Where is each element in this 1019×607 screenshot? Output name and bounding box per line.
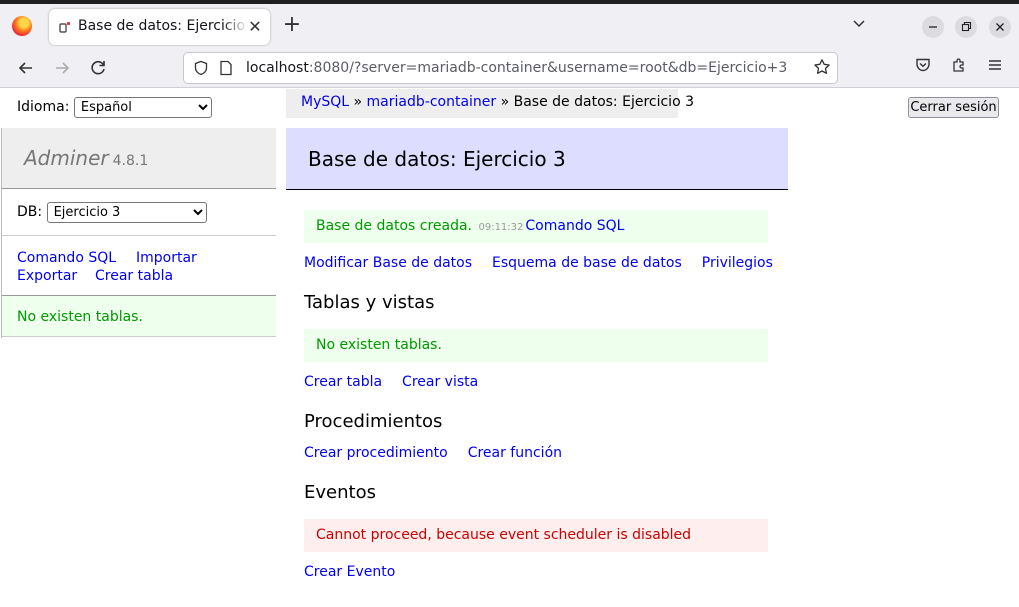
address-bar[interactable]: localhost:8080/?server=mariadb-container… [183,52,838,84]
procedures-heading: Procedimientos [304,411,443,432]
create-view-link[interactable]: Crear vista [402,374,478,390]
reload-icon[interactable] [86,56,110,80]
shield-icon[interactable] [193,60,209,76]
restore-icon[interactable] [955,16,977,38]
modify-database-link[interactable]: Modificar Base de datos [304,255,472,271]
app-name[interactable]: Adminer [24,146,109,170]
sidebar-export-link[interactable]: Exportar [17,267,77,285]
app-title[interactable]: Adminer 4.8.1 [24,146,148,170]
app-version: 4.8.1 [112,153,149,169]
breadcrumb-server-link[interactable]: mariadb-container [367,94,497,110]
navigation-bar: localhost:8080/?server=mariadb-container… [0,48,1019,88]
language-label: Idioma: [17,99,70,115]
new-tab-icon[interactable]: + [281,14,303,37]
firefox-icon[interactable] [12,16,32,36]
create-table-link[interactable]: Crear tabla [304,374,382,390]
message-time: 09:11:32 [478,222,524,233]
bookmark-star-icon[interactable] [813,58,831,81]
divider [2,235,276,236]
event-links: Crear Evento [304,564,395,580]
url-path: :8080/?server=mariadb-container&username… [308,60,788,76]
procedure-links: Crear procedimiento Crear función [304,445,562,461]
logout-button[interactable]: Cerrar sesión [908,97,999,118]
tab-active[interactable]: Base de datos: Ejercicio 3 - Adminer ✕ [49,9,270,45]
sidebar-create-table-link[interactable]: Crear tabla [95,267,173,285]
db-select[interactable]: Ejercicio 3 [46,202,207,223]
content-header: Base de datos: Ejercicio 3 [286,128,788,190]
no-tables-message: No existen tablas. [304,329,768,362]
url-text[interactable]: localhost:8080/?server=mariadb-container… [246,60,787,76]
page-icon[interactable] [219,60,233,76]
breadcrumb-separator: » [496,94,514,110]
events-heading: Eventos [304,482,376,503]
create-function-link[interactable]: Crear función [468,445,562,461]
page-title: Base de datos: Ejercicio 3 [308,147,566,171]
tab-bar: Base de datos: Ejercicio 3 - Adminer ✕ + [0,4,1019,48]
db-label: DB: [17,204,43,220]
breadcrumb-mysql-link[interactable]: MySQL [301,94,349,110]
adminer-favicon-icon [59,21,71,33]
db-form: DB: Ejercicio 3 [17,202,207,223]
breadcrumb: MySQL » mariadb-container » Base de dato… [286,89,694,118]
database-links: Modificar Base de datos Esquema de base d… [304,255,773,271]
back-icon[interactable] [14,56,38,80]
chevron-down-icon[interactable] [849,16,869,36]
url-host: localhost [246,60,309,76]
events-error-message: Cannot proceed, because event scheduler … [304,519,768,552]
message-sql-command-link[interactable]: Comando SQL [525,218,624,234]
minimize-icon[interactable] [922,16,944,38]
close-tab-icon[interactable]: ✕ [245,17,265,37]
language-form: Idioma: Español [17,97,212,118]
sidebar-no-tables-message: No existen tablas. [2,296,276,337]
browser-chrome: Base de datos: Ejercicio 3 - Adminer ✕ + [0,0,1019,88]
success-text: Base de datos creada. [316,218,473,234]
table-links: Crear tabla Crear vista [304,374,478,390]
sidebar-import-link[interactable]: Importar [136,249,197,267]
close-window-icon[interactable] [989,16,1011,38]
create-procedure-link[interactable]: Crear procedimiento [304,445,448,461]
menu-icon[interactable] [983,56,1007,80]
sidebar-sql-command-link[interactable]: Comando SQL [17,249,116,267]
database-schema-link[interactable]: Esquema de base de datos [492,255,682,271]
breadcrumb-current: Base de datos: Ejercicio 3 [513,94,694,110]
language-select[interactable]: Español [73,97,212,118]
pocket-icon[interactable] [911,56,935,80]
privileges-link[interactable]: Privilegios [702,255,773,271]
create-event-link[interactable]: Crear Evento [304,564,395,580]
sidebar-header: Adminer 4.8.1 [2,128,276,189]
extensions-icon[interactable] [947,56,971,80]
breadcrumb-separator: » [349,94,367,110]
tables-heading: Tablas y vistas [304,292,435,313]
adminer-page: Idioma: Español MySQL » mariadb-containe… [0,89,1019,607]
forward-icon[interactable] [50,56,74,80]
tab-title: Base de datos: Ejercicio 3 - Adminer [78,18,248,34]
success-message: Base de datos creada. 09:11:32 Comando SQ… [304,210,768,243]
